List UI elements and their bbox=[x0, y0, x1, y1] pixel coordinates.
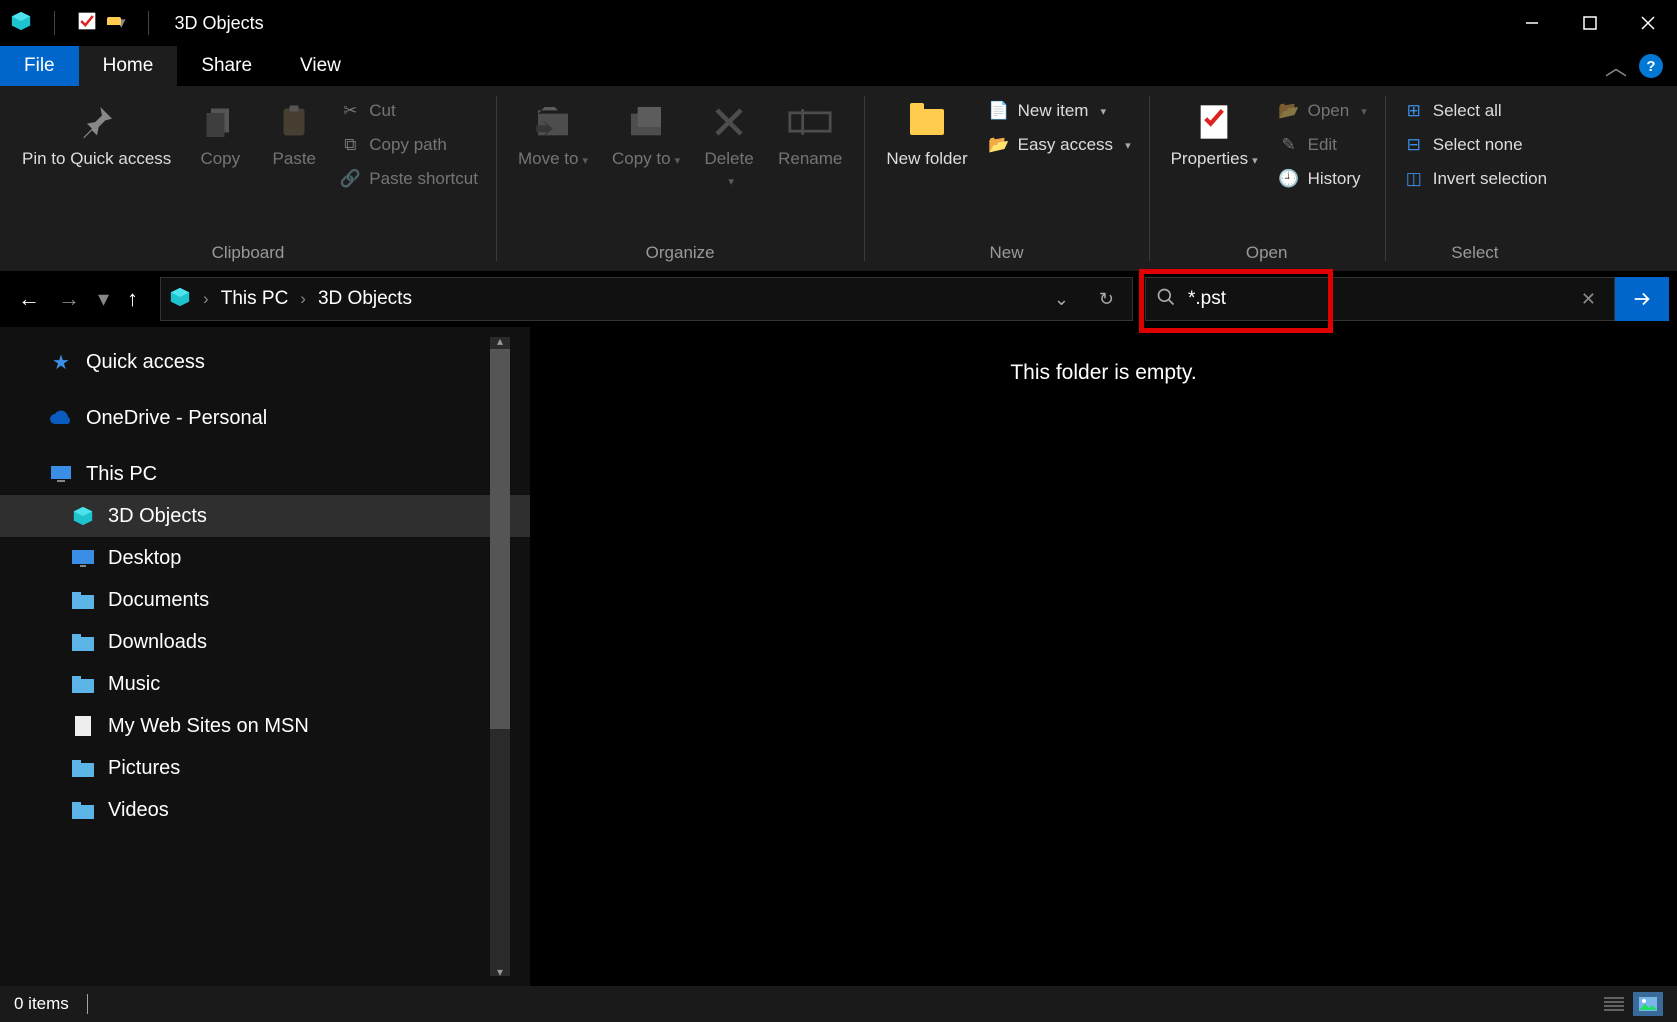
group-select-label: Select bbox=[1397, 239, 1553, 269]
group-clipboard: Pin to Quick access Copy Paste ✂Cut ⧉Cop… bbox=[0, 86, 496, 271]
status-bar: 0 items bbox=[0, 986, 1677, 1022]
scroll-up-icon[interactable]: ▴ bbox=[490, 333, 510, 349]
group-organize: Move to▾ Copy to▾ Delete▾ Rename Organiz… bbox=[496, 86, 864, 271]
status-divider bbox=[87, 994, 88, 1014]
folder-icon bbox=[70, 587, 96, 613]
sidebar-item-music[interactable]: Music bbox=[0, 663, 530, 705]
breadcrumb-dropdown[interactable]: ⌄ bbox=[1044, 289, 1079, 310]
desktop-icon bbox=[70, 545, 96, 571]
group-select: ⊞Select all ⊟Select none ◫Invert selecti… bbox=[1385, 86, 1565, 271]
open-button[interactable]: 📂Open▾ bbox=[1272, 98, 1373, 124]
forward-button[interactable]: → bbox=[58, 286, 80, 312]
sidebar-item-downloads[interactable]: Downloads bbox=[0, 621, 530, 663]
pc-icon bbox=[48, 461, 74, 487]
search-input[interactable]: *.pst bbox=[1188, 288, 1226, 310]
cube-icon bbox=[70, 503, 96, 529]
select-none-button[interactable]: ⊟Select none bbox=[1397, 132, 1553, 158]
address-bar: ← → ▾ ↑ › This PC › 3D Objects ⌄ ↻ *.pst… bbox=[0, 271, 1677, 327]
close-button[interactable] bbox=[1619, 0, 1677, 46]
edit-button[interactable]: ✎Edit bbox=[1272, 132, 1373, 158]
sidebar-item-3d-objects[interactable]: 3D Objects bbox=[0, 495, 530, 537]
up-button[interactable]: ↑ bbox=[127, 286, 138, 312]
search-icon bbox=[1156, 287, 1176, 312]
breadcrumb-root[interactable]: This PC bbox=[221, 288, 289, 310]
details-view-button[interactable] bbox=[1599, 992, 1629, 1016]
ribbon: Pin to Quick access Copy Paste ✂Cut ⧉Cop… bbox=[0, 86, 1677, 271]
nav-sidebar: ★ Quick access OneDrive - Personal This … bbox=[0, 327, 530, 986]
sidebar-scrollbar[interactable]: ▴ ▾ bbox=[490, 337, 510, 976]
breadcrumb-current[interactable]: 3D Objects bbox=[318, 288, 412, 310]
search-box[interactable]: *.pst ✕ bbox=[1145, 277, 1615, 321]
chevron-right-icon[interactable]: › bbox=[298, 289, 308, 309]
star-icon: ★ bbox=[48, 349, 74, 375]
menubar: File Home Share View ︿ ? bbox=[0, 46, 1677, 86]
history-button[interactable]: 🕘History bbox=[1272, 166, 1373, 192]
folder-icon bbox=[70, 629, 96, 655]
recent-locations-button[interactable]: ▾ bbox=[98, 286, 109, 312]
copy-button[interactable]: Copy bbox=[185, 94, 255, 175]
properties-button[interactable]: Properties▾ bbox=[1161, 94, 1268, 175]
maximize-button[interactable] bbox=[1561, 0, 1619, 46]
qat-checklist-icon[interactable] bbox=[77, 11, 97, 36]
group-open: Properties▾ 📂Open▾ ✎Edit 🕘History Open bbox=[1149, 86, 1385, 271]
tab-view[interactable]: View bbox=[276, 46, 365, 86]
tab-share[interactable]: Share bbox=[177, 46, 276, 86]
clear-search-button[interactable]: ✕ bbox=[1573, 289, 1604, 310]
empty-folder-message: This folder is empty. bbox=[1010, 361, 1196, 385]
status-item-count: 0 items bbox=[14, 994, 69, 1014]
scroll-down-icon[interactable]: ▾ bbox=[490, 964, 510, 980]
group-open-label: Open bbox=[1161, 239, 1373, 269]
sidebar-item-quick-access[interactable]: ★ Quick access bbox=[0, 341, 530, 383]
cut-button[interactable]: ✂Cut bbox=[333, 98, 484, 124]
thumbnails-view-button[interactable] bbox=[1633, 992, 1663, 1016]
select-all-button[interactable]: ⊞Select all bbox=[1397, 98, 1553, 124]
group-new-label: New bbox=[876, 239, 1136, 269]
sidebar-item-my-web-sites[interactable]: My Web Sites on MSN bbox=[0, 705, 530, 747]
sidebar-item-videos[interactable]: Videos bbox=[0, 789, 530, 831]
group-organize-label: Organize bbox=[508, 239, 852, 269]
minimize-button[interactable] bbox=[1503, 0, 1561, 46]
group-clipboard-label: Clipboard bbox=[12, 239, 484, 269]
help-icon[interactable]: ? bbox=[1639, 54, 1663, 78]
new-folder-button[interactable]: New folder bbox=[876, 94, 977, 175]
tab-home[interactable]: Home bbox=[79, 46, 178, 86]
titlebar: ▾ 3D Objects bbox=[0, 0, 1677, 46]
location-icon bbox=[169, 286, 191, 313]
file-icon bbox=[70, 713, 96, 739]
new-item-button[interactable]: 📄New item▾ bbox=[982, 98, 1137, 124]
collapse-ribbon-icon[interactable]: ︿ bbox=[1605, 50, 1627, 82]
paste-button[interactable]: Paste bbox=[259, 94, 329, 175]
sidebar-item-desktop[interactable]: Desktop bbox=[0, 537, 530, 579]
invert-selection-button[interactable]: ◫Invert selection bbox=[1397, 166, 1553, 192]
search-submit-button[interactable] bbox=[1615, 277, 1669, 321]
copy-to-button[interactable]: Copy to▾ bbox=[602, 94, 690, 175]
scroll-thumb[interactable] bbox=[490, 349, 510, 729]
group-new: New folder 📄New item▾ 📂Easy access▾ New bbox=[864, 86, 1148, 271]
rename-button[interactable]: Rename bbox=[768, 94, 852, 175]
easy-access-button[interactable]: 📂Easy access▾ bbox=[982, 132, 1137, 158]
move-to-button[interactable]: Move to▾ bbox=[508, 94, 598, 175]
tab-file[interactable]: File bbox=[0, 46, 79, 86]
delete-button[interactable]: Delete▾ bbox=[694, 94, 764, 197]
refresh-button[interactable]: ↻ bbox=[1089, 289, 1124, 310]
paste-shortcut-button[interactable]: 🔗Paste shortcut bbox=[333, 166, 484, 192]
sidebar-item-onedrive[interactable]: OneDrive - Personal bbox=[0, 397, 530, 439]
app-icon bbox=[10, 10, 32, 37]
cloud-icon bbox=[48, 405, 74, 431]
copy-path-button[interactable]: ⧉Copy path bbox=[333, 132, 484, 158]
breadcrumb-bar[interactable]: › This PC › 3D Objects ⌄ ↻ bbox=[160, 277, 1133, 321]
folder-icon bbox=[70, 671, 96, 697]
sidebar-item-this-pc[interactable]: This PC bbox=[0, 453, 530, 495]
content-pane: This folder is empty. bbox=[530, 327, 1677, 986]
sidebar-item-documents[interactable]: Documents bbox=[0, 579, 530, 621]
back-button[interactable]: ← bbox=[18, 286, 40, 312]
window-title: 3D Objects bbox=[175, 13, 264, 34]
sidebar-item-pictures[interactable]: Pictures bbox=[0, 747, 530, 789]
chevron-right-icon[interactable]: › bbox=[201, 289, 211, 309]
folder-icon bbox=[70, 755, 96, 781]
folder-icon bbox=[70, 797, 96, 823]
pin-to-quick-access-button[interactable]: Pin to Quick access bbox=[12, 94, 181, 175]
